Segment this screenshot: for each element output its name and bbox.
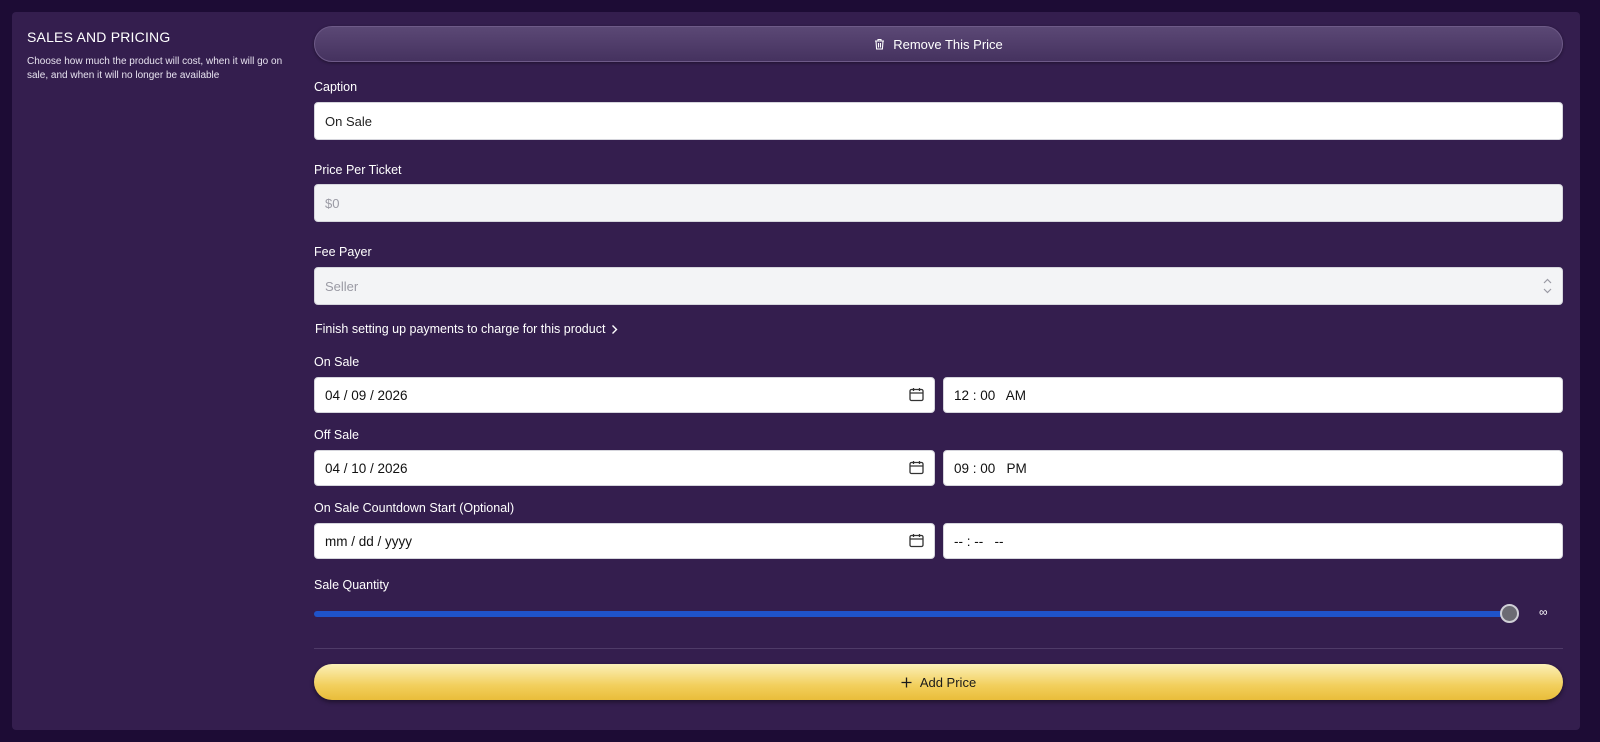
fee-payer-select[interactable]: Seller <box>314 267 1563 305</box>
caption-value: On Sale <box>325 113 372 129</box>
divider <box>314 648 1563 649</box>
calendar-icon[interactable] <box>909 387 924 402</box>
calendar-icon[interactable] <box>909 460 924 475</box>
sale-quantity-value: ∞ <box>1539 605 1548 619</box>
countdown-time-input[interactable]: -- : -- -- <box>943 523 1563 559</box>
caption-input[interactable]: On Sale <box>314 102 1563 140</box>
off-sale-label: Off Sale <box>314 428 359 442</box>
sale-quantity-slider-thumb[interactable] <box>1500 604 1519 623</box>
sale-quantity-label: Sale Quantity <box>314 578 390 592</box>
price-label: Price Per Ticket <box>314 163 402 177</box>
on-sale-label: On Sale <box>314 355 360 369</box>
countdown-label: On Sale Countdown Start (Optional) <box>314 501 515 515</box>
section-description: Choose how much the product will cost, w… <box>27 56 283 81</box>
remove-price-label: Remove This Price <box>893 36 1003 52</box>
off-sale-time-input[interactable]: 09 : 00 PM <box>943 450 1563 486</box>
add-price-label: Add Price <box>919 674 977 690</box>
fee-payer-value: Seller <box>325 278 359 294</box>
price-input[interactable]: $0 <box>314 184 1563 222</box>
on-sale-time-input[interactable]: 12 : 00 AM <box>943 377 1563 413</box>
fee-payer-label: Fee Payer <box>314 245 372 259</box>
caption-label: Caption <box>314 80 358 94</box>
off-sale-time-value: 09 : 00 PM <box>954 460 1027 476</box>
section-title: SALES AND PRICING <box>27 29 171 45</box>
updown-chevron-icon <box>1543 277 1552 295</box>
calendar-icon[interactable] <box>909 533 924 548</box>
off-sale-date-input[interactable]: 04 / 10 / 2026 <box>314 450 935 486</box>
countdown-time-value: -- : -- -- <box>954 533 1004 549</box>
trash-icon <box>874 38 885 50</box>
plus-icon <box>901 677 912 688</box>
remove-price-button[interactable]: Remove This Price <box>314 26 1563 62</box>
chevron-right-icon <box>611 324 618 335</box>
countdown-date-input[interactable]: mm / dd / yyyy <box>314 523 935 559</box>
sale-quantity-slider-track[interactable] <box>314 611 1510 617</box>
on-sale-time-value: 12 : 00 AM <box>954 387 1027 403</box>
on-sale-date-value: 04 / 09 / 2026 <box>325 387 408 403</box>
on-sale-date-input[interactable]: 04 / 09 / 2026 <box>314 377 935 413</box>
countdown-date-value: mm / dd / yyyy <box>325 533 413 549</box>
finish-payments-label: Finish setting up payments to charge for… <box>315 322 606 336</box>
finish-payments-link[interactable]: Finish setting up payments to charge for… <box>315 322 618 336</box>
price-placeholder: $0 <box>325 195 340 211</box>
add-price-button[interactable]: Add Price <box>314 664 1563 700</box>
off-sale-date-value: 04 / 10 / 2026 <box>325 460 408 476</box>
